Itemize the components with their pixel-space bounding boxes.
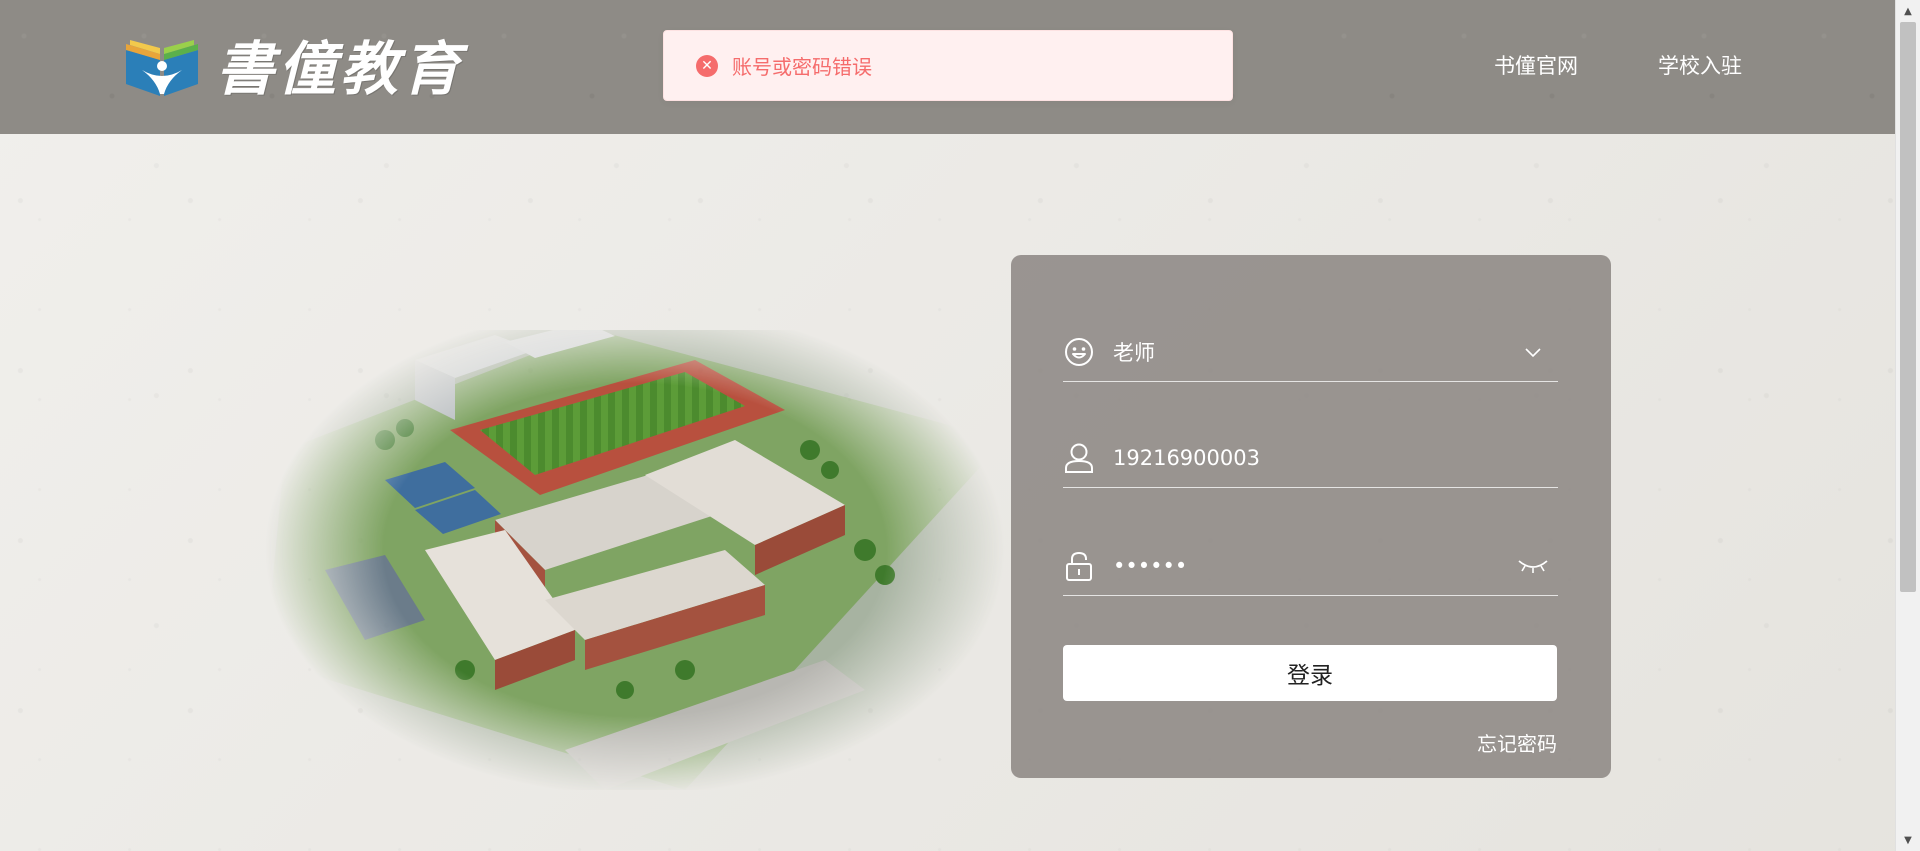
nav-official-site[interactable]: 书僮官网 [1494,48,1578,84]
top-nav: 书僮官网 学校入驻 [1494,48,1742,84]
toast-message: 账号或密码错误 [732,55,872,79]
eye-closed-icon[interactable] [1516,554,1550,578]
password-field[interactable]: •••••• [1063,536,1558,596]
scroll-up-arrow-icon[interactable]: ▲ [1896,0,1920,22]
campus-illustration [265,330,1005,790]
role-value: 老师 [1113,340,1155,365]
logo-text: 書僮教育 [216,35,465,103]
lock-icon [1063,550,1095,582]
error-circle-icon: ✕ [696,54,718,77]
book-logo-icon [126,40,198,96]
scroll-thumb[interactable] [1900,22,1916,592]
vertical-scrollbar[interactable]: ▲ ▼ [1895,0,1920,851]
user-icon [1063,442,1095,474]
smiley-icon [1063,336,1095,368]
role-select[interactable]: 老师 [1063,322,1558,382]
error-toast: ✕ 账号或密码错误 [663,30,1233,101]
password-value: •••••• [1113,553,1188,578]
account-field[interactable]: 19216900003 [1063,428,1558,488]
scroll-down-arrow-icon[interactable]: ▼ [1896,829,1920,851]
account-value: 19216900003 [1113,445,1260,470]
nav-school-join[interactable]: 学校入驻 [1658,48,1742,84]
logo[interactable]: 書僮教育 [120,34,464,104]
login-button[interactable]: 登录 [1063,645,1557,701]
chevron-down-icon[interactable] [1516,340,1550,364]
forgot-password-link[interactable]: 忘记密码 [1477,728,1557,757]
